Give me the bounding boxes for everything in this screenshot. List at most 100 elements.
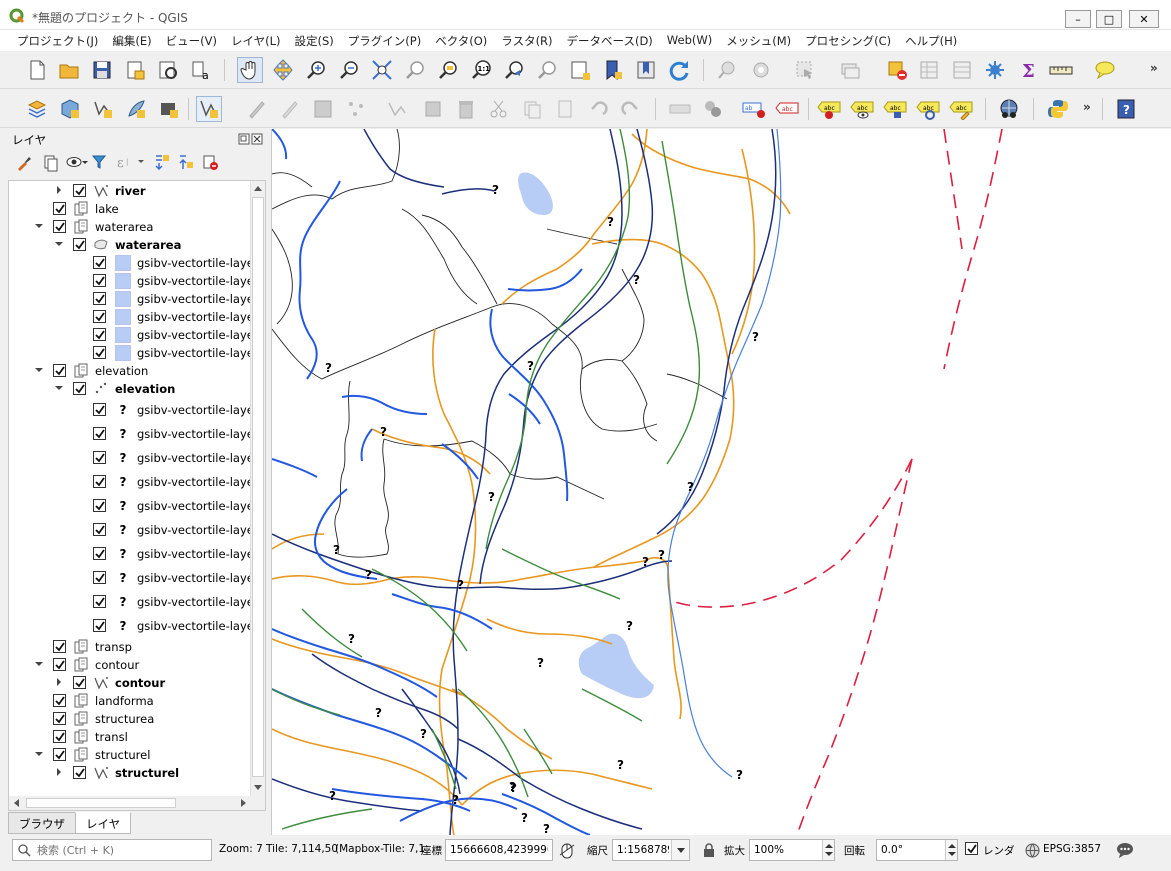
scroll-right-arrow-icon[interactable] [241,799,247,807]
rotation-spin-buttons[interactable] [945,840,957,860]
menu-database[interactable]: データベース(D) [560,30,660,51]
layer-tree-item[interactable]: ? gsibv-vectortile-layer [9,566,259,590]
menu-processing[interactable]: プロセシング(C) [798,30,898,51]
manage-visibility-icon[interactable] [66,155,88,169]
magnifier-spinbox[interactable] [749,839,835,861]
layer-tree-item[interactable]: transp [9,638,249,656]
open-layer-styling-icon[interactable] [16,155,32,171]
metasearch-icon[interactable] [996,96,1022,122]
search-input[interactable] [35,842,207,858]
scroll-left-arrow-icon[interactable] [13,799,19,807]
toggle-editing-icon[interactable] [277,96,303,122]
new-map-view-icon[interactable] [567,57,593,83]
magnifier-input[interactable] [752,842,820,858]
filter-legend-icon[interactable] [92,154,106,170]
layer-visibility-checkbox[interactable] [93,571,106,584]
cut-features-icon[interactable] [453,96,479,122]
layer-tree-item[interactable]: landforma [9,692,249,710]
zoom-out-icon[interactable] [336,57,362,83]
layer-visibility-checkbox[interactable] [53,694,66,707]
statistics-icon[interactable]: Σ [1015,57,1041,83]
scroll-up-arrow-icon[interactable] [254,185,262,191]
refresh-icon[interactable] [666,57,692,83]
minimize-button[interactable]: – [1065,10,1091,28]
annotation-icon[interactable] [1092,57,1118,83]
layer-visibility-checkbox[interactable] [53,640,66,653]
layer-visibility-checkbox[interactable] [73,766,86,779]
crs-button[interactable]: EPSG:3857 [1043,843,1101,855]
label-show-hide-icon[interactable]: abc [774,96,800,122]
layer-visibility-checkbox[interactable] [53,202,66,215]
layer-visibility-checkbox[interactable] [93,595,106,608]
menu-vector[interactable]: ベクタ(O) [428,30,494,51]
menu-edit[interactable]: 編集(E) [105,30,158,51]
layer-tree-item[interactable]: ? gsibv-vectortile-layer [9,590,259,614]
tab-browser[interactable]: ブラウザ [8,812,76,834]
layer-visibility-checkbox[interactable] [93,619,106,632]
new-geopackage-layer-icon[interactable] [57,96,83,122]
rotation-spinbox[interactable] [876,839,958,861]
label-style-icon[interactable]: abc [948,96,974,122]
mouse-extent-icon[interactable] [559,843,575,859]
magnifier-spin-buttons[interactable] [822,840,834,860]
expand-arrow-down-icon[interactable] [35,660,43,668]
label-rotate-icon[interactable]: abc [849,96,875,122]
coordinate-field[interactable] [445,839,553,861]
zoom-native-icon[interactable]: 1:1 [468,57,494,83]
menu-raster[interactable]: ラスタ(R) [494,30,559,51]
zoom-to-layer-icon[interactable] [435,57,461,83]
print-layout-icon[interactable] [122,57,148,83]
layer-tree-item[interactable]: structurel [9,764,249,782]
layer-visibility-checkbox[interactable] [73,184,86,197]
pan-to-selection-icon[interactable] [270,57,296,83]
add-feature-icon[interactable] [343,96,369,122]
layer-tree-item[interactable]: gsibv-vectortile-layer- [9,344,262,362]
scale-combo[interactable] [612,839,690,861]
help-icon[interactable]: ? [1113,96,1139,122]
layer-tree-item[interactable]: contour [9,674,249,692]
undo-icon[interactable] [552,96,578,122]
layer-visibility-checkbox[interactable] [93,523,106,536]
zoom-full-icon[interactable] [369,57,395,83]
layer-tree-vertical-scrollbar[interactable] [250,181,265,796]
label-hide-icon[interactable]: abc [915,96,941,122]
scale-dropdown-button[interactable] [671,840,689,860]
style-manager-icon[interactable]: a [188,57,214,83]
new-shapefile-layer-icon[interactable] [90,96,116,122]
label-pin-icon[interactable] [700,96,726,122]
layer-visibility-checkbox[interactable] [93,256,106,269]
measure-icon[interactable] [1048,57,1074,83]
attribute-table-icon[interactable] [916,57,942,83]
layer-tree-item[interactable]: structurel [9,746,249,764]
layer-tree-item[interactable]: elevation [9,362,249,380]
layer-visibility-checkbox[interactable] [93,451,106,464]
panel-float-close-icon[interactable] [238,133,264,145]
layer-visibility-checkbox[interactable] [73,382,86,395]
layer-visibility-checkbox[interactable] [93,346,106,359]
menu-web[interactable]: Web(W) [660,30,719,51]
collapse-all-icon[interactable] [178,154,194,170]
layer-visibility-checkbox[interactable] [53,748,66,761]
label-move-icon[interactable]: abc [816,96,842,122]
zoom-to-selection-icon[interactable] [402,57,428,83]
render-checkbox[interactable] [965,842,978,855]
remove-layer-icon[interactable] [202,154,218,170]
layer-tree-item[interactable]: ? gsibv-vectortile-layer [9,446,259,470]
layer-tree-item[interactable]: gsibv-vectortile-layer- [9,290,262,308]
layer-tree-item[interactable]: waterarea [9,236,249,254]
toolbox-icon[interactable] [982,57,1008,83]
data-source-manager-icon[interactable] [24,96,50,122]
layer-tree-item[interactable]: elevation [9,380,249,398]
zoom-last-icon[interactable] [501,57,527,83]
menu-settings[interactable]: 設定(S) [288,30,341,51]
save-edits-icon[interactable] [310,96,336,122]
delete-selected-icon[interactable] [420,96,446,122]
layer-tree-item[interactable]: gsibv-vectortile-layer- [9,308,262,326]
expand-arrow-down-icon[interactable] [35,222,43,230]
layer-tree-item[interactable]: gsibv-vectortile-layer- [9,326,262,344]
pan-icon[interactable] [237,57,263,83]
open-project-icon[interactable] [56,57,82,83]
layer-visibility-checkbox[interactable] [93,547,106,560]
vertex-tool-icon[interactable] [384,96,410,122]
coordinate-input[interactable] [448,842,550,858]
